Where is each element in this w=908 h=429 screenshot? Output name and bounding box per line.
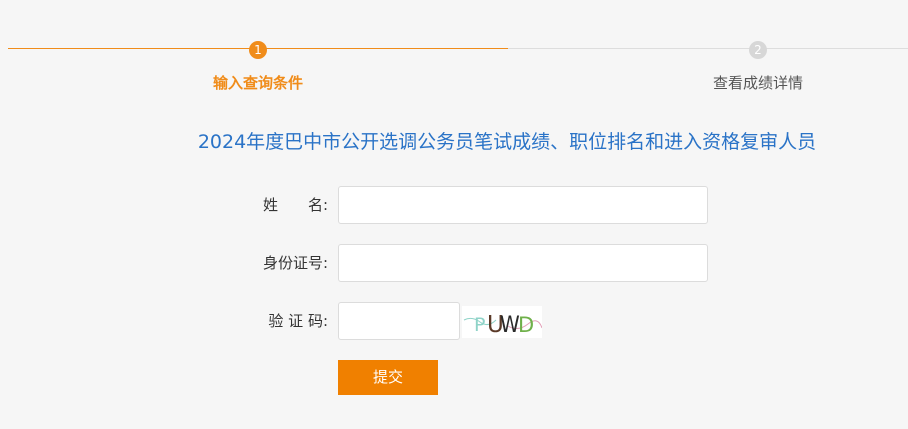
submit-button[interactable]: 提交: [338, 360, 438, 395]
step-1-number: 1: [249, 41, 267, 59]
name-label: 姓 名:: [262, 196, 328, 214]
name-row: 姓 名:: [0, 186, 908, 224]
captcha-char-w: W: [500, 311, 520, 337]
captcha-char-d: D: [518, 313, 534, 337]
progress-steps: 1 输入查询条件 2 查看成绩详情: [0, 0, 908, 100]
step-1-label: 输入查询条件: [212, 74, 304, 92]
captcha-image[interactable]: P U W D: [462, 306, 542, 338]
captcha-input[interactable]: [338, 302, 460, 340]
progress-line-inactive: [508, 48, 908, 49]
name-input[interactable]: [338, 186, 708, 224]
captcha-char-p: P: [474, 314, 485, 336]
captcha-row: 验 证 码:: [0, 302, 908, 340]
step-2-number: 2: [749, 41, 767, 59]
page-title: 2024年度巴中市公开选调公务员笔试成绩、职位排名和进入资格复审人员: [197, 131, 817, 153]
id-number-label: 身份证号:: [262, 254, 328, 272]
id-number-row: 身份证号:: [0, 244, 908, 282]
step-2-label: 查看成绩详情: [712, 74, 804, 92]
captcha-label: 验 证 码:: [268, 312, 328, 330]
id-number-input[interactable]: [338, 244, 708, 282]
